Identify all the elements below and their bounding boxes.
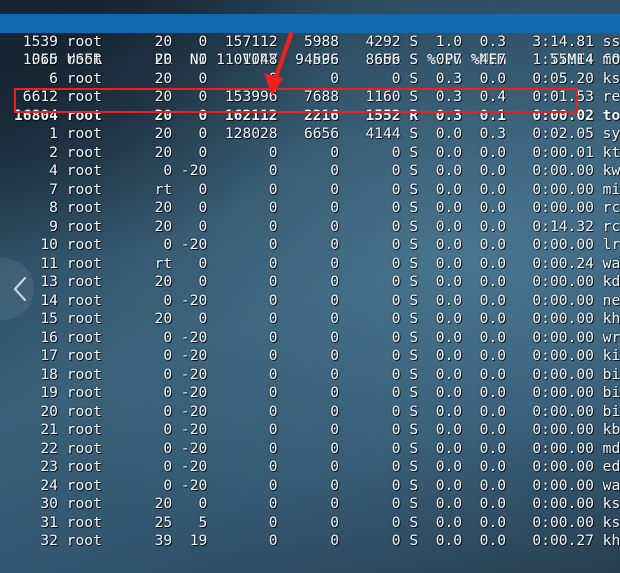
table-row[interactable]: 21 root 0 -20 0 0 0 S 0.0 0.0 0:00.00 kb… (0, 421, 620, 440)
table-row-line: 10 root 0 -20 0 0 0 S 0.0 0.0 0:00.00 lr… (40, 236, 620, 253)
table-row-line: 1 root 20 0 128028 6656 4144 S 0.0 0.3 0… (14, 125, 620, 142)
desktop-background: PID USER PR NI VIRT RES SHR S %CPU %MEM … (0, 0, 620, 573)
table-row[interactable]: 10 root 0 -20 0 0 0 S 0.0 0.0 0:00.00 lr… (0, 236, 620, 255)
table-row[interactable]: 6612 root 20 0 153996 7688 1160 S 0.3 0.… (0, 88, 620, 107)
table-row[interactable]: 30 root 20 0 0 0 0 S 0.0 0.0 0:00.00 ksw… (0, 495, 620, 514)
table-row-line: 9 root 20 0 0 0 0 S 0.0 0.0 0:14.32 rcu_… (14, 217, 620, 235)
table-row-line: 19 root 0 -20 0 0 0 S 0.0 0.0 0:00.00 bi… (14, 384, 620, 401)
table-row[interactable]: 2 root 20 0 0 0 0 S 0.0 0.0 0:00.01 kthr… (0, 144, 620, 163)
table-row-line: 31 root 25 5 0 0 0 S 0.0 0.0 0:00.00 ksm… (14, 513, 620, 531)
table-row[interactable]: 6 root 20 0 0 0 0 S 0.3 0.0 0:05.20 ksof… (0, 70, 620, 89)
table-row-line: 4 root 0 -20 0 0 0 S 0.0 0.0 0:00.00 kwo… (49, 162, 620, 179)
table-row-line: 2 root 20 0 0 0 0 S 0.0 0.0 0:00.01 kthr… (14, 143, 620, 161)
table-row-line: 18 root 0 -20 0 0 0 S 0.0 0.0 0:00.00 bi… (14, 365, 620, 383)
table-row[interactable]: 15 root 20 0 0 0 0 S 0.0 0.0 0:00.00 khu… (0, 310, 620, 329)
table-row-line: 23 root 0 -20 0 0 0 S 0.0 0.0 0:00.00 ed… (40, 458, 620, 475)
table-row[interactable]: 16804 root 20 0 162112 2216 1552 R 0.3 0… (0, 107, 620, 126)
table-row[interactable]: 11 root rt 0 0 0 0 S 0.0 0.0 0:00.24 wat… (0, 255, 620, 274)
table-row[interactable]: 1065 root 20 0 1101048 94596 8656 S 0.7 … (0, 51, 620, 70)
table-row[interactable]: 8 root 20 0 0 0 0 S 0.0 0.0 0:00.00 rcu_… (0, 199, 620, 218)
table-row-line: 17 root 0 -20 0 0 0 S 0.0 0.0 0:00.00 ki… (40, 347, 620, 364)
table-row[interactable]: 31 root 25 5 0 0 0 S 0.0 0.0 0:00.00 ksm… (0, 514, 620, 533)
table-row-line: 30 root 20 0 0 0 0 S 0.0 0.0 0:00.00 ksw… (14, 495, 620, 512)
table-row-line: 1065 root 20 0 1101048 94596 8656 S 0.7 … (14, 51, 620, 68)
table-row-line: 6612 root 20 0 153996 7688 1160 S 0.3 0.… (22, 88, 620, 105)
table-row[interactable]: 32 root 39 19 0 0 0 S 0.0 0.0 0:00.27 kh… (0, 532, 620, 551)
table-row-line: 8 root 20 0 0 0 0 S 0.0 0.0 0:00.00 rcu_… (14, 199, 620, 216)
table-row[interactable]: 16 root 0 -20 0 0 0 S 0.0 0.0 0:00.00 wr… (0, 329, 620, 348)
table-row-line: 21 root 0 -20 0 0 0 S 0.0 0.0 0:00.00 kb… (14, 421, 620, 438)
table-row-line: 11 root rt 0 0 0 0 S 0.0 0.0 0:00.24 wat… (40, 254, 620, 272)
table-row-line: 32 root 39 19 0 0 0 S 0.0 0.0 0:00.27 kh… (40, 532, 620, 549)
table-row[interactable]: 7 root rt 0 0 0 0 S 0.0 0.0 0:00.00 migr… (0, 181, 620, 200)
top-process-table: PID USER PR NI VIRT RES SHR S %CPU %MEM … (0, 0, 620, 573)
table-row[interactable]: 17 root 0 -20 0 0 0 S 0.0 0.0 0:00.00 ki… (0, 347, 620, 366)
table-row-line: 14 root 0 -20 0 0 0 S 0.0 0.0 0:00.00 ne… (14, 291, 620, 309)
chevron-left-icon (12, 276, 28, 302)
table-row-line: 24 root 0 -20 0 0 0 S 0.0 0.0 0:00.00 wa… (14, 476, 620, 494)
table-row-line: 6 root 20 0 0 0 0 S 0.3 0.0 0:05.20 ksof… (49, 69, 620, 87)
table-row[interactable]: 18 root 0 -20 0 0 0 S 0.0 0.0 0:00.00 bi… (0, 366, 620, 385)
table-header-row: PID USER PR NI VIRT RES SHR S %CPU %MEM … (0, 14, 620, 68)
table-row[interactable]: 14 root 0 -20 0 0 0 S 0.0 0.0 0:00.00 ne… (0, 292, 620, 311)
table-row[interactable]: 1539 root 20 0 157112 5988 4292 S 1.0 0.… (0, 33, 620, 52)
table-row-line: 22 root 0 -20 0 0 0 S 0.0 0.0 0:00.00 md (14, 439, 620, 457)
table-row[interactable]: 23 root 0 -20 0 0 0 S 0.0 0.0 0:00.00 ed… (0, 458, 620, 477)
table-row[interactable]: 9 root 20 0 0 0 0 S 0.0 0.0 0:14.32 rcu_… (0, 218, 620, 237)
table-row-line: 20 root 0 -20 0 0 0 S 0.0 0.0 0:00.00 bi… (14, 402, 620, 420)
table-row-line: 16 root 0 -20 0 0 0 S 0.0 0.0 0:00.00 wr… (14, 328, 620, 346)
table-row-line: 7 root rt 0 0 0 0 S 0.0 0.0 0:00.00 migr… (49, 180, 620, 198)
table-row[interactable]: 22 root 0 -20 0 0 0 S 0.0 0.0 0:00.00 md (0, 440, 620, 459)
table-row[interactable]: 13 root 20 0 0 0 0 S 0.0 0.0 0:00.00 kde… (0, 273, 620, 292)
table-row-line: 16804 root 20 0 162112 2216 1552 R 0.3 0… (14, 106, 620, 124)
table-row[interactable]: 4 root 0 -20 0 0 0 S 0.0 0.0 0:00.00 kwo… (0, 162, 620, 181)
table-row[interactable]: 19 root 0 -20 0 0 0 S 0.0 0.0 0:00.00 bi… (0, 384, 620, 403)
table-row-line: 13 root 20 0 0 0 0 S 0.0 0.0 0:00.00 kde… (14, 273, 620, 290)
table-row[interactable]: 1 root 20 0 128028 6656 4144 S 0.0 0.3 0… (0, 125, 620, 144)
table-row-line: 15 root 20 0 0 0 0 S 0.0 0.0 0:00.00 khu… (40, 310, 620, 327)
table-row[interactable]: 24 root 0 -20 0 0 0 S 0.0 0.0 0:00.00 wa… (0, 477, 620, 496)
table-row-line: 1539 root 20 0 157112 5988 4292 S 1.0 0.… (14, 32, 620, 50)
table-row[interactable]: 20 root 0 -20 0 0 0 S 0.0 0.0 0:00.00 bi… (0, 403, 620, 422)
